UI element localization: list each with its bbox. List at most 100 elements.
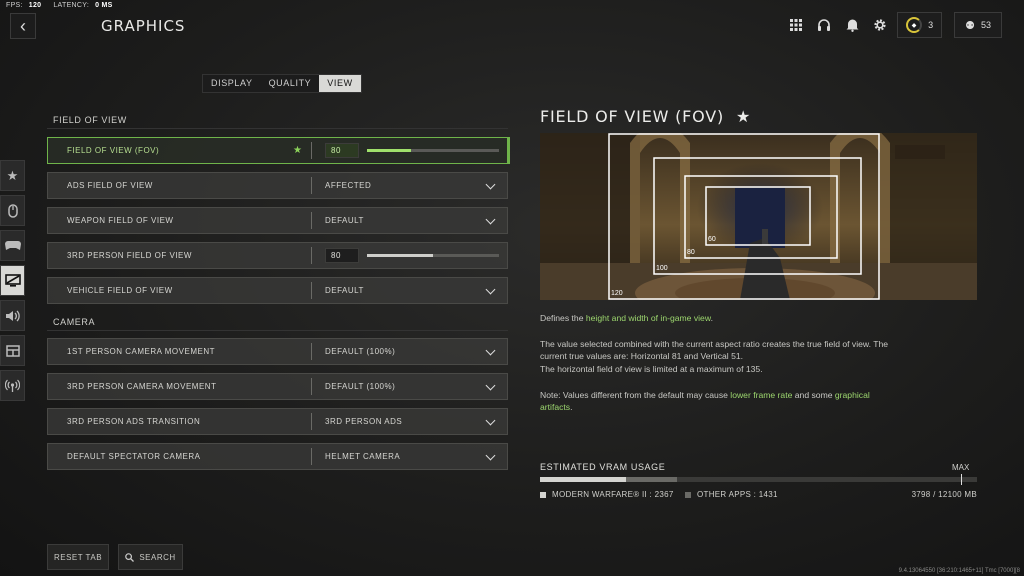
desc-line: current true values are: Horizontal 81 a…: [540, 351, 744, 362]
description-p2: The value selected combined with the cur…: [540, 338, 980, 375]
sidebar-item-mouse[interactable]: [0, 195, 25, 226]
gamepad-icon: [4, 241, 21, 250]
description-p1: Defines the height and width of in-game …: [540, 312, 980, 324]
category-sidebar: ★: [0, 160, 26, 405]
star-icon: ★: [6, 167, 19, 183]
setting-label: VEHICLE FIELD OF VIEW: [67, 286, 173, 295]
setting-row-ads-fov[interactable]: ADS FIELD OF VIEW AFFECTED: [47, 172, 508, 199]
favorite-star-icon[interactable]: ★: [293, 145, 302, 156]
sidebar-item-interface[interactable]: [0, 335, 25, 366]
desc-highlight: artifacts: [540, 402, 571, 413]
fps-label: FPS:: [6, 2, 23, 9]
sidebar-item-graphics[interactable]: [0, 265, 25, 296]
slider-fill: [367, 254, 433, 257]
chevron-down-icon: [485, 450, 496, 461]
chevron-left-icon: ‹: [20, 16, 26, 36]
setting-row-3rd-person-fov[interactable]: 3RD PERSON FIELD OF VIEW 80: [47, 242, 508, 269]
desc-text: .: [710, 313, 713, 323]
friends-badge[interactable]: ⚉ 53: [954, 12, 1002, 38]
settings-tabs: DISPLAY QUALITY VIEW: [202, 74, 362, 93]
vram-other-segment: [625, 477, 678, 482]
setting-value: AFFECTED: [325, 181, 372, 190]
fov-mark-120: 120: [611, 290, 623, 297]
mouse-icon: [7, 203, 18, 218]
sidebar-item-network[interactable]: [0, 370, 25, 401]
headset-icon[interactable]: [813, 14, 835, 36]
grid-menu-icon[interactable]: [785, 14, 807, 36]
setting-label: FIELD OF VIEW (FOV): [67, 146, 160, 155]
setting-value: DEFAULT (100%): [325, 382, 396, 391]
header-icons: ◆ 3 ⚉ 53: [785, 12, 1002, 38]
legend-swatch: [540, 491, 546, 498]
setting-row-1st-person-camera[interactable]: 1ST PERSON CAMERA MOVEMENT DEFAULT (100%…: [47, 338, 508, 365]
latency-value: 0 MS: [95, 2, 113, 9]
rank-badge[interactable]: ◆ 3: [897, 12, 943, 38]
description-p3: Note: Values different from the default …: [540, 389, 980, 414]
vram-mw-segment: [540, 477, 626, 482]
setting-label: 3RD PERSON CAMERA MOVEMENT: [67, 382, 217, 391]
search-label: SEARCH: [139, 552, 176, 562]
fov-slider[interactable]: [367, 149, 499, 152]
layout-icon: [5, 344, 20, 357]
fov-mark-80: 80: [687, 249, 695, 256]
fov-value-input[interactable]: 80: [325, 143, 359, 158]
fov-preview-image: 120 100 80 60: [540, 133, 977, 300]
setting-row-3rd-person-ads[interactable]: 3RD PERSON ADS TRANSITION 3RD PERSON ADS: [47, 408, 508, 435]
legend-swatch: [685, 491, 691, 498]
tab-view[interactable]: VIEW: [319, 75, 361, 92]
setting-row-3rd-person-camera[interactable]: 3RD PERSON CAMERA MOVEMENT DEFAULT (100%…: [47, 373, 508, 400]
setting-label: ADS FIELD OF VIEW: [67, 181, 153, 190]
chevron-down-icon: [485, 380, 496, 391]
back-button[interactable]: ‹: [10, 13, 36, 39]
3rd-person-fov-value-input[interactable]: 80: [325, 248, 359, 263]
desc-highlight: height and width of in-game view: [585, 313, 711, 323]
gear-icon[interactable]: [869, 14, 891, 36]
desc-highlight: lower frame rate: [730, 390, 793, 400]
vram-total-text: 3798 / 12100 MB: [911, 490, 977, 499]
selection-marker: [507, 137, 510, 164]
setting-value: HELMET CAMERA: [325, 452, 401, 461]
build-version: 9.4.13064550 [36:210:1465+11] Tmc [7000]…: [898, 568, 1020, 574]
rank-icon: ◆: [906, 17, 923, 33]
3rd-person-fov-slider[interactable]: [367, 254, 499, 257]
rank-level: 3: [928, 20, 934, 30]
chevron-down-icon: [485, 284, 496, 295]
legend-other: OTHER APPS : 1431: [685, 490, 778, 499]
chevron-down-icon: [485, 214, 496, 225]
legend-other-label: OTHER APPS : 1431: [697, 490, 778, 499]
vram-max-label: MAX: [952, 463, 970, 472]
vram-usage-bar: [540, 474, 977, 485]
page-title: GRAPHICS: [101, 17, 186, 35]
setting-row-vehicle-fov[interactable]: VEHICLE FIELD OF VIEW DEFAULT: [47, 277, 508, 304]
chevron-down-icon: [485, 415, 496, 426]
sidebar-item-controller[interactable]: [0, 230, 25, 261]
setting-row-fov[interactable]: FIELD OF VIEW (FOV) ★ 80: [47, 137, 510, 164]
setting-row-weapon-fov[interactable]: WEAPON FIELD OF VIEW DEFAULT: [47, 207, 508, 234]
desc-text: Note: Values different from the default …: [540, 390, 731, 400]
fov-mark-100: 100: [656, 265, 668, 272]
detail-title: FIELD OF VIEW (FOV) ★: [540, 107, 751, 126]
fps-value: 120: [28, 2, 42, 9]
setting-label: 3RD PERSON FIELD OF VIEW: [67, 251, 192, 260]
perf-stats: FPS: 120 LATENCY: 0 MS: [6, 2, 113, 9]
bell-icon[interactable]: [841, 14, 863, 36]
section-camera: CAMERA: [47, 312, 508, 331]
monitor-icon: [4, 274, 21, 287]
sidebar-item-favorites[interactable]: ★: [0, 160, 25, 191]
sidebar-item-audio[interactable]: [0, 300, 25, 331]
setting-label: 1ST PERSON CAMERA MOVEMENT: [67, 347, 215, 356]
fov-mark-60: 60: [708, 236, 716, 243]
friends-icon: ⚉: [965, 19, 975, 32]
favorite-star-icon: ★: [735, 107, 752, 126]
search-button[interactable]: SEARCH: [118, 544, 183, 570]
desc-highlight: graphical: [834, 390, 870, 400]
reset-tab-label: RESET TAB: [53, 552, 103, 562]
reset-tab-button[interactable]: RESET TAB: [47, 544, 109, 570]
tab-quality[interactable]: QUALITY: [261, 75, 320, 92]
tab-display[interactable]: DISPLAY: [203, 75, 261, 92]
setting-value: 3RD PERSON ADS: [325, 417, 403, 426]
friends-count: 53: [980, 20, 991, 30]
chevron-down-icon: [485, 179, 496, 190]
setting-row-spectator-camera[interactable]: DEFAULT SPECTATOR CAMERA HELMET CAMERA: [47, 443, 508, 470]
detail-title-text: FIELD OF VIEW (FOV): [540, 107, 725, 126]
